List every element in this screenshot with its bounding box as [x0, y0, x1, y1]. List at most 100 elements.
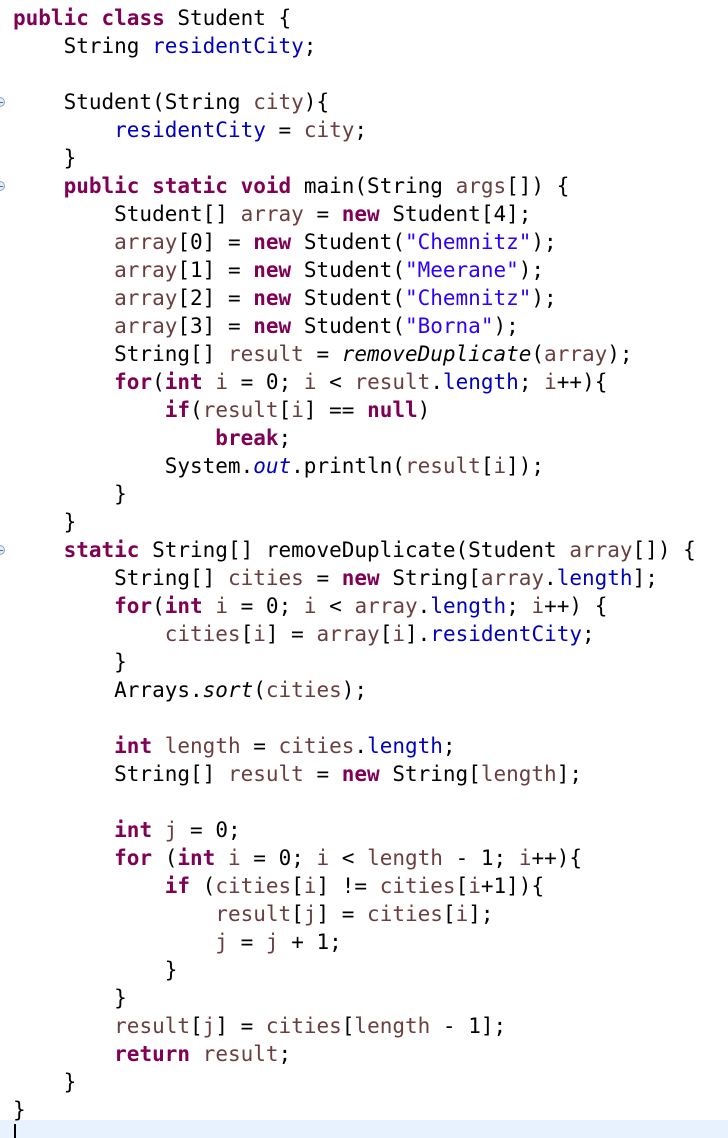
code-token-plain: = [240, 734, 279, 758]
code-token-staticfield: out [253, 454, 292, 478]
code-token-var: cities [227, 566, 304, 590]
code-line[interactable]: array[1] = new Student("Meerane"); [13, 256, 544, 284]
code-token-plain: = [303, 202, 342, 226]
code-line[interactable]: break; [13, 424, 291, 452]
code-token-var: array [354, 594, 418, 618]
code-line[interactable]: } [13, 508, 77, 536]
code-token-plain: ) [417, 398, 431, 422]
code-line[interactable]: public class Student { [13, 4, 291, 32]
code-line[interactable]: if(result[i] == null) [13, 396, 431, 424]
code-token-var: result [202, 398, 279, 422]
code-token-var: length [164, 734, 241, 758]
code-token-var: array [240, 202, 304, 226]
code-line[interactable]: } [13, 648, 127, 676]
code-token-plain: Student { [164, 6, 292, 30]
fold-toggle-icon[interactable] [0, 545, 5, 555]
code-token-plain: [ [190, 1014, 203, 1038]
code-token-var: args [455, 174, 507, 198]
code-line[interactable]: for(int i = 0; i < result.length; i++){ [13, 368, 607, 396]
code-line[interactable]: static String[] removeDuplicate(Student … [13, 536, 696, 564]
code-line[interactable]: public static void main(String args[]) { [13, 172, 570, 200]
code-token-var: array [569, 538, 633, 562]
code-token-field: length [430, 594, 507, 618]
code-line[interactable]: if (cities[i] != cities[i+1]){ [13, 872, 544, 900]
code-token-plain: ; [354, 118, 368, 142]
code-token-plain: main(String [291, 174, 456, 198]
code-line[interactable]: array[2] = new Student("Chemnitz"); [13, 284, 557, 312]
code-line[interactable]: } [13, 144, 77, 172]
code-line[interactable]: System.out.println(result[i]); [13, 452, 544, 480]
code-line[interactable]: Arrays.sort(cities); [13, 676, 367, 704]
code-line[interactable]: Student(String city){ [13, 88, 330, 116]
code-token-plain: [0] = [177, 230, 254, 254]
code-token-plain: + 1; [278, 930, 342, 954]
code-token-kw: new [341, 762, 380, 786]
code-line[interactable]: residentCity = city; [13, 116, 367, 144]
code-token-plain: ; [278, 1042, 292, 1066]
code-token-var: cities [265, 1014, 342, 1038]
code-line[interactable]: String[] result = removeDuplicate(array)… [13, 340, 632, 368]
code-token-var: cities [265, 678, 342, 702]
code-token-plain: . [430, 370, 443, 394]
fold-toggle-icon[interactable] [0, 181, 5, 191]
code-line[interactable]: result[j] = cities[i]; [13, 900, 493, 928]
code-line[interactable]: String[] cities = new String[array.lengt… [13, 564, 658, 592]
code-token-plain: ]); [506, 454, 545, 478]
code-line[interactable]: String residentCity; [13, 32, 317, 60]
code-token-var: result [404, 454, 481, 478]
code-line[interactable]: for(int i = 0; i < array.length; i++) { [13, 592, 607, 620]
code-token-plain: = [303, 342, 342, 366]
code-token-field: residentCity [152, 34, 304, 58]
code-token-plain: ){ [303, 90, 330, 114]
code-token-plain: String[ [379, 762, 481, 786]
code-token-plain: ]. [405, 622, 431, 646]
code-token-var: j [215, 930, 228, 954]
code-token-plain: = 0; [228, 594, 304, 618]
code-line[interactable]: } [13, 1096, 26, 1124]
code-line[interactable]: array[0] = new Student("Chemnitz"); [13, 228, 557, 256]
code-token-kw: new [253, 230, 292, 254]
code-token-var: i [215, 370, 228, 394]
code-line[interactable]: } [13, 1068, 77, 1096]
code-token-kw: int [177, 846, 216, 870]
code-line[interactable]: j = j + 1; [13, 928, 342, 956]
fold-toggle-icon[interactable] [0, 97, 5, 107]
code-line[interactable]: Student[] array = new Student[4]; [13, 200, 531, 228]
code-line[interactable]: cities[i] = array[i].residentCity; [13, 620, 595, 648]
java-code-editor[interactable]: public class Student { String residentCi… [0, 0, 728, 1138]
code-token-var: i [493, 454, 507, 478]
code-line[interactable]: } [13, 984, 127, 1012]
code-token-plain: String[] [13, 762, 228, 786]
code-token-kw: for [114, 370, 153, 394]
code-token-plain: } [13, 1098, 26, 1122]
code-token-kw: static [152, 174, 228, 198]
code-token-var: i [215, 594, 228, 618]
code-line[interactable]: String[] result = new String[length]; [13, 760, 582, 788]
code-line[interactable]: for (int i = 0; i < length - 1; i++){ [13, 844, 582, 872]
code-token-kw: int [164, 594, 203, 618]
code-line[interactable]: } [13, 480, 127, 508]
code-token-plain: ( [152, 370, 165, 394]
code-token-field: length [367, 734, 443, 758]
code-line[interactable]: return result; [13, 1040, 291, 1068]
code-token-plain: ] == [303, 398, 368, 422]
code-token-kw: static [63, 538, 140, 562]
code-token-plain: . [354, 734, 368, 758]
code-line[interactable]: int j = 0; [13, 816, 240, 844]
code-token-plain: Student[4]; [379, 202, 532, 226]
code-line[interactable]: } [13, 956, 178, 984]
code-token-string: "Chemnitz" [404, 286, 532, 310]
code-line[interactable]: int length = cities.length; [13, 732, 455, 760]
code-token-plain: = [303, 762, 342, 786]
code-line[interactable]: result[j] = cities[length - 1]; [13, 1012, 506, 1040]
code-line[interactable]: array[3] = new Student("Borna"); [13, 312, 519, 340]
code-token-var: i [455, 902, 469, 926]
